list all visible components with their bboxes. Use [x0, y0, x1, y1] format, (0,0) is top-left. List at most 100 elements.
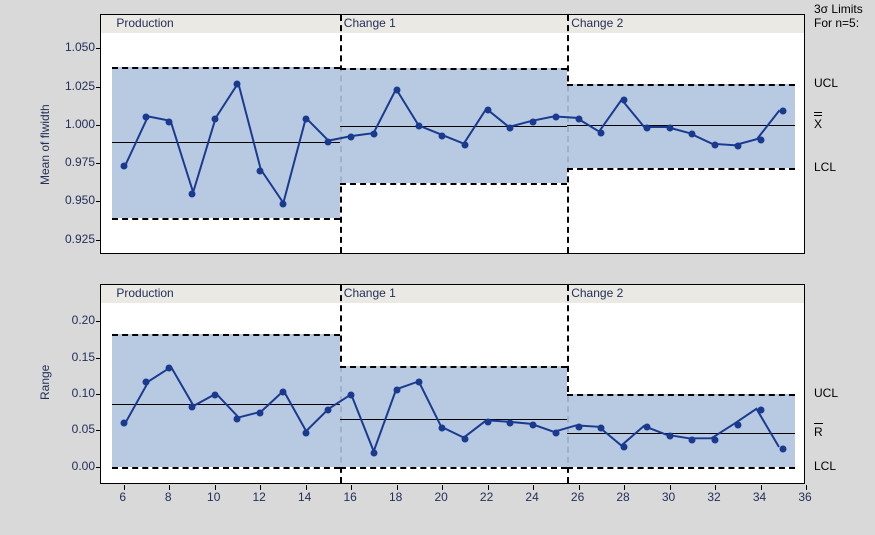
data-point [279, 201, 286, 208]
data-point [712, 141, 719, 148]
ytick: 0.15 [5, 350, 95, 364]
limit-label: UCL [814, 386, 838, 400]
data-point [598, 129, 605, 136]
limits-label-1: 3σ Limits [814, 2, 863, 16]
data-point [757, 407, 764, 414]
xtick: 28 [616, 490, 629, 504]
data-point [143, 379, 150, 386]
data-point [120, 420, 127, 427]
data-point [439, 425, 446, 432]
xtick: 6 [119, 490, 126, 504]
ytick: 0.925 [5, 232, 95, 246]
limits-label-2: For n=5: [814, 16, 859, 30]
data-point [780, 108, 787, 115]
data-point [257, 409, 264, 416]
ytick: 1.050 [5, 40, 95, 54]
data-point [552, 430, 559, 437]
data-point [211, 115, 218, 122]
data-point [234, 80, 241, 87]
data-point [621, 97, 628, 104]
data-point [712, 436, 719, 443]
ytick: 1.025 [5, 79, 95, 93]
data-point [598, 425, 605, 432]
xtick: 14 [298, 490, 311, 504]
ytick: 0.975 [5, 155, 95, 169]
data-point [621, 444, 628, 451]
data-point [370, 449, 377, 456]
data-point [257, 167, 264, 174]
data-point [348, 392, 355, 399]
data-point [188, 190, 195, 197]
data-point [666, 124, 673, 131]
ytick: 1.000 [5, 117, 95, 131]
xtick: 30 [662, 490, 675, 504]
data-point [530, 422, 537, 429]
data-point [461, 141, 468, 148]
xtick: 26 [571, 490, 584, 504]
ytick: 0.950 [5, 193, 95, 207]
data-point [689, 131, 696, 138]
data-point [484, 106, 491, 113]
data-point [166, 118, 173, 125]
xbar-chart: Production Change 1 Change 2 [100, 14, 805, 254]
data-point [734, 143, 741, 150]
data-point [325, 407, 332, 414]
data-point [643, 124, 650, 131]
data-point [393, 86, 400, 93]
data-point [211, 391, 218, 398]
data-point [234, 415, 241, 422]
data-point [461, 436, 468, 443]
phase-label: Production [116, 286, 173, 300]
limit-label: UCL [814, 76, 838, 90]
data-point [166, 364, 173, 371]
data-point [575, 115, 582, 122]
ytick: 0.20 [5, 313, 95, 327]
xtick: 34 [753, 490, 766, 504]
data-point [188, 404, 195, 411]
phase-label: Change 1 [344, 286, 396, 300]
data-point [757, 137, 764, 144]
data-point [643, 424, 650, 431]
data-point [120, 163, 127, 170]
limit-label: LCL [814, 459, 836, 473]
xtick: 18 [389, 490, 402, 504]
phase-label: Change 1 [344, 16, 396, 30]
data-point [302, 115, 309, 122]
data-point [416, 379, 423, 386]
xtick: 10 [207, 490, 220, 504]
data-point [393, 387, 400, 394]
data-point [325, 138, 332, 145]
data-point [348, 134, 355, 141]
ytick: 0.00 [5, 459, 95, 473]
phase-label: Production [116, 16, 173, 30]
data-point [302, 429, 309, 436]
phase-label: Change 2 [571, 16, 623, 30]
xtick: 22 [480, 490, 493, 504]
phase-label: Change 2 [571, 286, 623, 300]
data-point [734, 422, 741, 429]
limit-label: R [814, 425, 823, 439]
data-point [507, 420, 514, 427]
ytick: 0.05 [5, 422, 95, 436]
xtick: 16 [343, 490, 356, 504]
data-point [780, 445, 787, 452]
limit-label: LCL [814, 160, 836, 174]
xtick: 24 [525, 490, 538, 504]
limit-label: X [814, 117, 822, 131]
data-point [143, 114, 150, 121]
data-point [507, 124, 514, 131]
data-point [575, 423, 582, 430]
data-point [689, 436, 696, 443]
xtick: 32 [707, 490, 720, 504]
data-point [484, 418, 491, 425]
data-point [279, 388, 286, 395]
data-point [416, 123, 423, 130]
xtick: 36 [798, 490, 811, 504]
data-point [370, 131, 377, 138]
ytick: 0.10 [5, 386, 95, 400]
xtick: 8 [165, 490, 172, 504]
range-chart: Production Change 1 Change 2 [100, 284, 805, 484]
data-point [552, 114, 559, 121]
xtick: 20 [434, 490, 447, 504]
data-point [666, 433, 673, 440]
